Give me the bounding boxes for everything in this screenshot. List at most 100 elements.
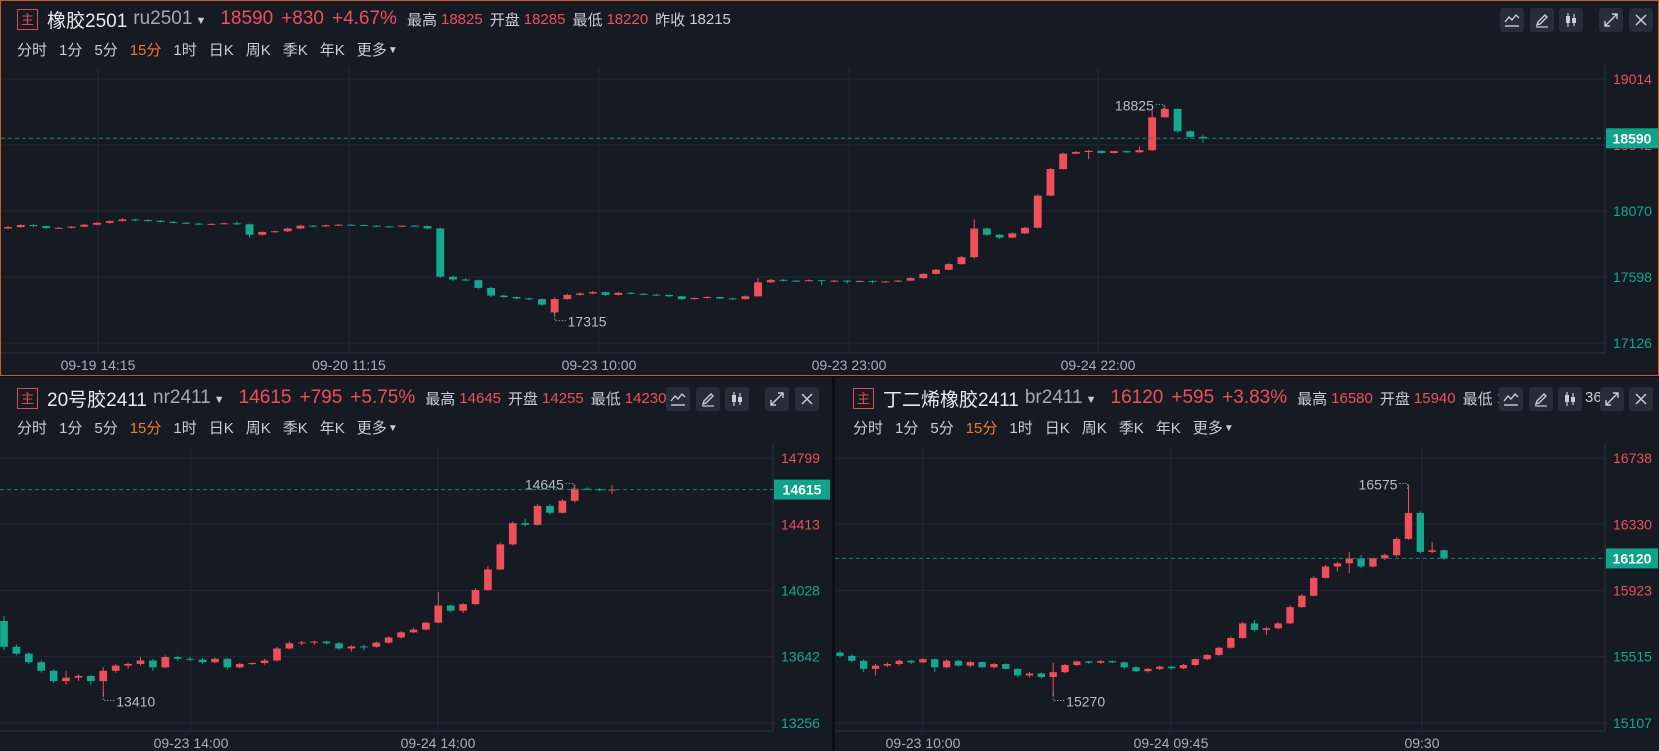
pencil-icon	[701, 393, 714, 407]
candle-icon	[732, 392, 742, 406]
pencil-icon	[1535, 14, 1548, 28]
stat-label: 最低	[572, 11, 603, 29]
stat-prev-close: 18215	[689, 10, 731, 28]
period-tab[interactable]: 分时	[853, 417, 883, 438]
stat-label: 最高	[406, 11, 437, 29]
period-tab[interactable]: 更多	[1193, 417, 1223, 438]
stat-label: 开盘	[489, 11, 520, 29]
stat-high: 18825	[440, 10, 483, 28]
period-tab[interactable]: 年K	[320, 39, 345, 60]
chart-panel-ru2501[interactable]: 主 橡胶2501 ru2501 ▼ 18590 +830 +4.67% 最高 1…	[0, 0, 1659, 376]
stat-open: 14255	[542, 389, 584, 407]
stat-open: 15940	[1413, 389, 1456, 407]
period-tab[interactable]: 周K	[246, 39, 271, 60]
period-tab[interactable]: 更多	[357, 39, 387, 60]
close-icon	[1635, 393, 1647, 405]
period-tab[interactable]: 分时	[17, 417, 47, 438]
stat-label: 最低	[1462, 390, 1493, 408]
indicator-icon	[670, 392, 686, 406]
symbol-code[interactable]: nr2411	[153, 387, 211, 409]
price-change: +795	[299, 387, 343, 408]
draw-tool-button[interactable]	[1530, 8, 1554, 32]
indicator-button[interactable]	[1500, 8, 1524, 32]
stat-low: 14230	[624, 389, 667, 407]
close-button[interactable]	[1629, 387, 1653, 411]
symbol-name[interactable]: 20号胶2411	[47, 385, 147, 412]
period-tab[interactable]: 年K	[320, 417, 345, 438]
last-price: 16120	[1110, 387, 1164, 408]
chevron-down-icon[interactable]: ▼	[388, 45, 398, 56]
period-tab[interactable]: 周K	[246, 417, 271, 438]
chart-type-button[interactable]	[725, 387, 749, 411]
expand-button[interactable]	[1599, 8, 1623, 32]
price-change: +595	[1171, 387, 1215, 408]
period-tab[interactable]: 1分	[895, 417, 918, 438]
period-tab[interactable]: 1时	[1009, 417, 1032, 438]
period-tab[interactable]: 1时	[173, 417, 196, 438]
period-tab[interactable]: 5分	[94, 417, 117, 438]
chevron-down-icon[interactable]: ▼	[1224, 423, 1234, 434]
period-tab[interactable]: 1分	[59, 417, 82, 438]
panel-divider[interactable]	[832, 377, 835, 751]
chevron-down-icon[interactable]: ▼	[214, 394, 225, 406]
period-tabs: 分时 1分 5分 15分 1时 日K 周K 季K 年K 更多 ▼	[853, 417, 1234, 437]
stat-label: 开盘	[508, 390, 539, 408]
draw-tool-button[interactable]	[1529, 387, 1553, 411]
chevron-down-icon[interactable]: ▼	[388, 423, 398, 434]
period-tab[interactable]: 1时	[173, 39, 196, 60]
price-change-pct: +5.75%	[350, 387, 416, 408]
period-tab[interactable]: 15分	[130, 417, 162, 438]
stat-high: 16580	[1331, 389, 1373, 407]
main-chart-badge[interactable]: 主	[17, 8, 38, 30]
expand-icon	[1605, 392, 1619, 406]
chart-panel-nr2411[interactable]: 主 20号胶2411 nr2411 ▼ 14615 +795 +5.75% 最高…	[0, 377, 832, 751]
close-icon	[801, 393, 813, 405]
symbol-code[interactable]: br2411	[1025, 387, 1083, 409]
expand-button[interactable]	[1600, 387, 1624, 411]
period-tab[interactable]: 15分	[130, 39, 162, 60]
symbol-code[interactable]: ru2501	[133, 8, 192, 30]
price-change: +830	[281, 8, 324, 29]
indicator-button[interactable]	[666, 387, 690, 411]
stat-label: 昨收	[655, 11, 686, 29]
close-button[interactable]	[795, 387, 819, 411]
close-icon	[1635, 14, 1647, 26]
chevron-down-icon[interactable]: ▼	[195, 15, 206, 27]
price-change-pct: +3.83%	[1222, 387, 1288, 408]
period-tab[interactable]: 分时	[17, 39, 47, 60]
symbol-name[interactable]: 丁二烯橡胶2411	[883, 385, 1019, 412]
chart-type-button[interactable]	[1558, 387, 1582, 411]
close-button[interactable]	[1629, 8, 1653, 32]
expand-button[interactable]	[765, 387, 789, 411]
panel-divider	[0, 376, 1659, 377]
panel-header: 主 橡胶2501 ru2501 ▼ 18590 +830 +4.67% 最高 1…	[17, 6, 738, 32]
indicator-button[interactable]	[1499, 387, 1523, 411]
period-tab[interactable]: 日K	[209, 417, 234, 438]
chevron-down-icon[interactable]: ▼	[1086, 394, 1097, 406]
chart-type-button[interactable]	[1559, 8, 1583, 32]
candle-icon	[1566, 13, 1576, 27]
main-chart-badge[interactable]: 主	[17, 387, 38, 409]
period-tab[interactable]: 5分	[930, 417, 953, 438]
chart-panel-br2411[interactable]: 主 丁二烯橡胶2411 br2411 ▼ 16120 +595 +3.83% 最…	[835, 377, 1659, 751]
period-tab[interactable]: 季K	[283, 417, 308, 438]
stat-label: 最高	[425, 390, 456, 408]
stat-low: 18220	[606, 10, 649, 28]
stat-label: 最高	[1297, 390, 1328, 408]
draw-tool-button[interactable]	[696, 387, 720, 411]
period-tab[interactable]: 1分	[59, 39, 82, 60]
period-tab[interactable]: 日K	[1045, 417, 1070, 438]
period-tab[interactable]: 季K	[283, 39, 308, 60]
period-tab[interactable]: 5分	[94, 39, 117, 60]
main-chart-badge[interactable]: 主	[853, 387, 874, 409]
candle-icon	[1565, 392, 1575, 406]
last-price: 18590	[220, 8, 274, 29]
period-tab[interactable]: 15分	[966, 417, 998, 438]
period-tab[interactable]: 季K	[1119, 417, 1144, 438]
period-tab[interactable]: 年K	[1156, 417, 1181, 438]
symbol-name[interactable]: 橡胶2501	[47, 6, 127, 33]
price-change-pct: +4.67%	[331, 8, 397, 29]
period-tab[interactable]: 周K	[1082, 417, 1107, 438]
period-tab[interactable]: 日K	[209, 39, 234, 60]
period-tab[interactable]: 更多	[357, 417, 387, 438]
